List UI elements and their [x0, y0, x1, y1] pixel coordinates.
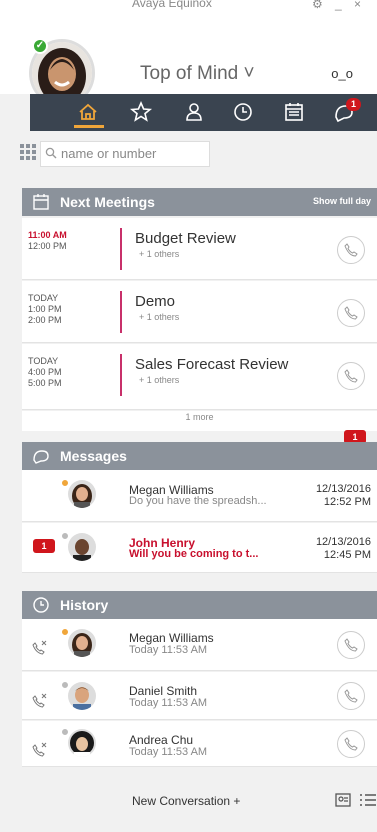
presence-away-icon — [60, 478, 70, 488]
meeting-card[interactable]: TODAY 1:00 PM 2:00 PM Demo + 1 others — [22, 281, 377, 343]
avatar — [68, 629, 96, 657]
avatar — [68, 682, 96, 710]
history-row[interactable]: Daniel Smith Today 11:53 AM — [22, 672, 377, 720]
search-row: name or number — [0, 131, 377, 175]
message-preview: Do you have the spreadsh... — [129, 495, 267, 507]
history-time: Today 11:53 AM — [129, 644, 208, 656]
phone-icon — [344, 737, 358, 751]
message-timestamp: 12/13/2016 12:52 PM — [315, 483, 371, 508]
meeting-participants: + 1 others — [139, 249, 180, 259]
call-in-icon — [32, 742, 47, 757]
show-full-day-link[interactable]: Show full day — [313, 196, 371, 206]
tab-calendar[interactable] — [274, 100, 314, 126]
home-icon — [79, 103, 97, 120]
tab-favorites[interactable] — [121, 100, 161, 126]
search-placeholder: name or number — [61, 146, 157, 161]
meeting-time: TODAY 1:00 PM 2:00 PM — [28, 293, 62, 325]
messages-section-header: Messages — [22, 442, 377, 470]
message-row[interactable]: Megan Williams Do you have the spreadsh.… — [22, 470, 377, 522]
title-bar: Avaya Equinox ⚙ _ × — [0, 0, 377, 14]
more-meetings-link[interactable]: 1 more — [22, 411, 377, 431]
history-contact: Andrea Chu — [129, 733, 194, 747]
search-input[interactable]: name or number — [40, 141, 210, 167]
active-tab-indicator — [74, 125, 104, 128]
call-in-icon — [32, 693, 47, 708]
presence-away-icon — [60, 627, 70, 637]
avatar — [68, 729, 96, 757]
meeting-time: TODAY 4:00 PM 5:00 PM — [28, 356, 62, 388]
status-available-icon: ✓ — [32, 38, 48, 54]
avatar — [68, 533, 96, 561]
meeting-marker — [120, 228, 122, 270]
tab-contacts[interactable] — [174, 100, 214, 126]
meetings-title: Next Meetings — [60, 194, 155, 210]
clock-icon — [234, 103, 252, 121]
list-view-icon[interactable] — [358, 790, 377, 810]
tab-home[interactable] — [68, 100, 108, 126]
message-row[interactable]: John Henry Will you be coming to t... 12… — [22, 523, 377, 573]
call-back-button[interactable] — [337, 730, 365, 758]
meeting-title: Sales Forecast Review — [135, 356, 289, 373]
call-back-button[interactable] — [337, 631, 365, 659]
call-in-icon — [32, 640, 47, 655]
view-title-dropdown[interactable]: Top of Mind ˅ — [140, 63, 255, 85]
meeting-participants: + 1 others — [139, 375, 180, 385]
messages-title: Messages — [60, 448, 127, 464]
dialpad-icon[interactable] — [19, 143, 37, 161]
clock-icon — [33, 597, 49, 613]
history-time: Today 11:53 AM — [129, 697, 208, 709]
main-tab-bar: 1 — [30, 94, 377, 131]
calendar-icon — [285, 103, 303, 121]
search-icon — [45, 147, 57, 159]
message-timestamp: 12/13/2016 12:45 PM — [315, 536, 371, 561]
phone-icon — [344, 689, 358, 703]
phone-icon — [344, 243, 358, 257]
history-section-header: History — [22, 591, 377, 619]
history-contact: Megan Williams — [129, 631, 214, 645]
close-button[interactable]: × — [354, 0, 361, 11]
star-icon — [129, 100, 153, 122]
phone-icon — [344, 638, 358, 652]
minimize-button[interactable]: _ — [335, 0, 342, 11]
tab-history[interactable] — [223, 100, 263, 126]
footer-bar: New Conversation + — [22, 768, 377, 832]
message-unread-badge: 1 — [33, 539, 55, 553]
meeting-card[interactable]: 11:00 AM 12:00 PM Budget Review + 1 othe… — [22, 218, 377, 280]
phone-icon — [344, 369, 358, 383]
header: ✓ Top of Mind ˅ o_o — [0, 14, 377, 104]
join-call-button[interactable] — [337, 236, 365, 264]
meeting-title: Demo — [135, 293, 176, 310]
history-title: History — [60, 597, 109, 613]
new-conversation-button[interactable]: New Conversation + — [132, 794, 240, 808]
window-title: Avaya Equinox — [132, 0, 212, 10]
calendar-icon — [33, 194, 49, 210]
presence-offline-icon — [60, 727, 70, 737]
history-contact: Daniel Smith — [129, 684, 198, 698]
message-preview: Will you be coming to t... — [129, 548, 259, 560]
call-back-button[interactable] — [337, 682, 365, 710]
person-icon — [186, 103, 202, 121]
presence-offline-icon — [60, 680, 70, 690]
history-row[interactable]: Megan Williams Today 11:53 AM — [22, 619, 377, 671]
contacts-card-icon[interactable] — [334, 790, 354, 810]
avatar — [68, 480, 96, 508]
meeting-time: 11:00 AM 12:00 PM — [28, 230, 67, 251]
voicemail-icon[interactable]: o_o — [331, 66, 353, 81]
messages-tab-badge: 1 — [346, 98, 361, 111]
meeting-card[interactable]: TODAY 4:00 PM 5:00 PM Sales Forecast Rev… — [22, 344, 377, 410]
chat-bubble-icon — [33, 450, 49, 464]
meeting-title: Budget Review — [135, 230, 236, 247]
gear-icon[interactable]: ⚙ — [312, 0, 323, 11]
presence-offline-icon — [60, 531, 70, 541]
meeting-marker — [120, 354, 122, 396]
meetings-section-header: Next Meetings Show full day — [22, 188, 377, 216]
phone-icon — [344, 306, 358, 320]
join-call-button[interactable] — [337, 362, 365, 390]
join-call-button[interactable] — [337, 299, 365, 327]
meeting-participants: + 1 others — [139, 312, 180, 322]
history-time: Today 11:53 AM — [129, 746, 208, 758]
history-row[interactable]: Andrea Chu Today 11:53 AM — [22, 721, 377, 767]
meeting-marker — [120, 291, 122, 333]
